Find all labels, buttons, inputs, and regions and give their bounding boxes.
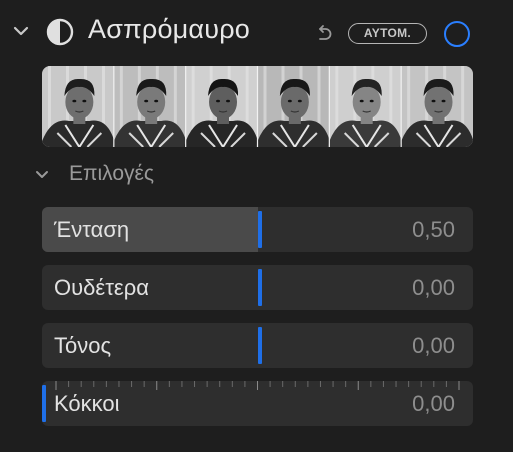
slider-handle[interactable]	[42, 385, 46, 422]
black-and-white-panel: Ασπρόμαυρο ΑΥΤΟΜ. Επιλογές Ένταση 0,50 Ο…	[0, 0, 513, 452]
variations-filmstrip[interactable]	[42, 66, 473, 147]
enable-adjustment-toggle[interactable]	[444, 21, 470, 47]
slider-grain[interactable]: Κόκκοι 0,00	[42, 381, 473, 426]
slider-label: Τόνος	[54, 333, 112, 358]
slider-handle[interactable]	[258, 327, 262, 364]
undo-icon[interactable]	[312, 22, 334, 44]
slider-handle[interactable]	[258, 211, 262, 248]
black-and-white-icon	[46, 18, 74, 46]
auto-button[interactable]: ΑΥΤΟΜ.	[348, 23, 427, 44]
slider-label: Ουδέτερα	[54, 275, 149, 300]
chevron-down-icon	[36, 171, 48, 178]
options-label: Επιλογές	[69, 162, 155, 185]
variation-thumbnail[interactable]	[183, 66, 260, 147]
slider-handle[interactable]	[258, 269, 262, 306]
variation-thumbnail[interactable]	[111, 66, 188, 147]
variation-thumbnail[interactable]	[42, 66, 116, 147]
slider-value: 0,50	[412, 217, 455, 242]
slider-label: Κόκκοι	[54, 391, 120, 416]
slider-intensity[interactable]: Ένταση 0,50	[42, 207, 473, 252]
panel-header: Ασπρόμαυρο ΑΥΤΟΜ.	[0, 0, 513, 62]
slider-value: 0,00	[412, 391, 455, 416]
chevron-down-icon[interactable]	[12, 22, 30, 40]
slider-value: 0,00	[412, 275, 455, 300]
variation-thumbnail[interactable]	[327, 66, 404, 147]
slider-neutrals[interactable]: Ουδέτερα 0,00	[42, 265, 473, 310]
variation-thumbnail[interactable]	[255, 66, 332, 147]
slider-label: Ένταση	[54, 217, 130, 242]
slider-value: 0,00	[412, 333, 455, 358]
variation-thumbnail[interactable]	[399, 66, 473, 147]
slider-tone[interactable]: Τόνος 0,00	[42, 323, 473, 368]
panel-title: Ασπρόμαυρο	[88, 14, 250, 44]
